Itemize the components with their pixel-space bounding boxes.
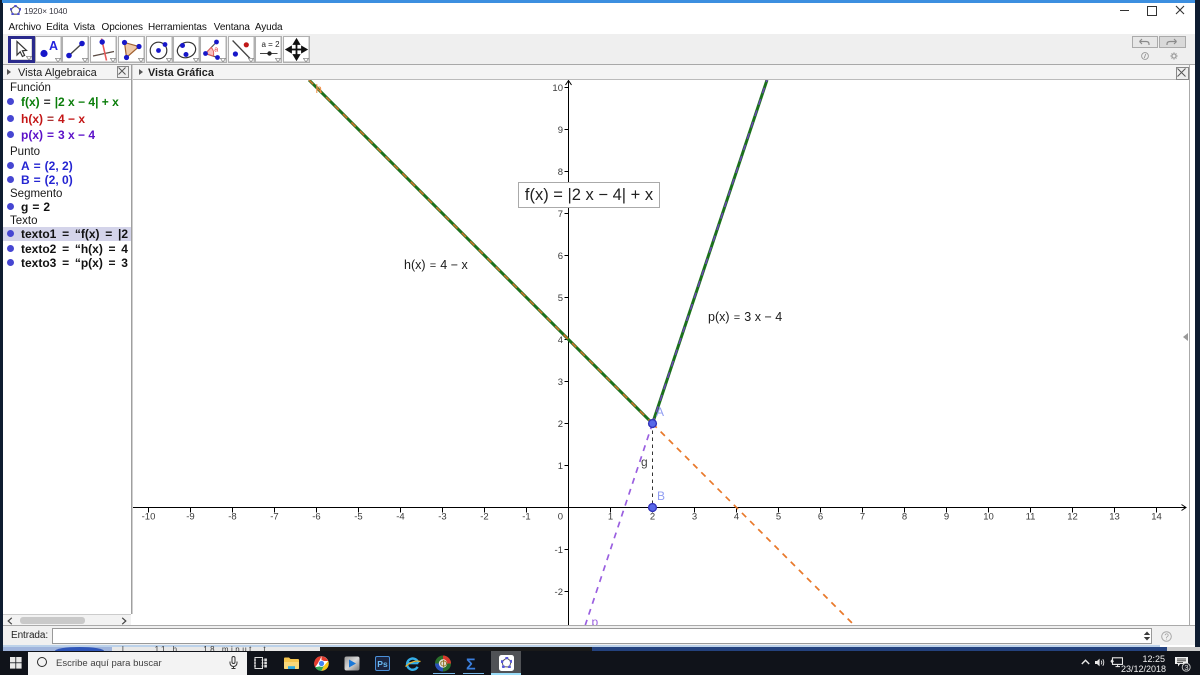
svg-text:-2: -2 — [480, 512, 488, 523]
svg-text:3: 3 — [558, 377, 563, 388]
svg-text:14: 14 — [1151, 512, 1162, 523]
svg-text:3: 3 — [1184, 663, 1188, 672]
svg-text:Ps: Ps — [377, 659, 388, 669]
svg-text:12: 12 — [1067, 512, 1078, 523]
svg-text:13: 13 — [1109, 512, 1120, 523]
svg-text:Σ: Σ — [466, 657, 476, 672]
svg-text:A: A — [49, 39, 58, 53]
svg-text:5: 5 — [558, 293, 563, 304]
svg-text:8: 8 — [558, 167, 563, 178]
svg-text:5: 5 — [776, 512, 781, 523]
svg-text:Φ: Φ — [440, 659, 447, 670]
svg-text:1: 1 — [558, 461, 563, 472]
svg-text:-3: -3 — [438, 512, 446, 523]
svg-text:?: ? — [1164, 632, 1169, 641]
svg-text:0: 0 — [558, 512, 563, 523]
svg-text:a: a — [214, 47, 218, 54]
svg-text:-6: -6 — [312, 512, 320, 523]
svg-text:7: 7 — [860, 512, 865, 523]
svg-text:a = 2: a = 2 — [261, 40, 280, 49]
svg-text:6: 6 — [818, 512, 823, 523]
svg-text:-1: -1 — [555, 545, 563, 556]
svg-text:6: 6 — [558, 251, 563, 262]
svg-text:4: 4 — [734, 512, 739, 523]
svg-text:2: 2 — [558, 419, 563, 430]
svg-text:1: 1 — [608, 512, 613, 523]
svg-text:-1: -1 — [522, 512, 530, 523]
svg-text:10: 10 — [983, 512, 994, 523]
svg-text:9: 9 — [558, 125, 563, 136]
svg-text:-10: -10 — [142, 512, 156, 523]
svg-text:9: 9 — [944, 512, 949, 523]
svg-text:-9: -9 — [186, 512, 194, 523]
svg-text:4: 4 — [558, 335, 563, 346]
svg-text:7: 7 — [558, 209, 563, 220]
svg-text:-4: -4 — [396, 512, 404, 523]
svg-text:-7: -7 — [270, 512, 278, 523]
svg-text:-5: -5 — [354, 512, 362, 523]
svg-text:11: 11 — [1026, 512, 1036, 523]
svg-text:-8: -8 — [228, 512, 236, 523]
svg-text:10: 10 — [552, 83, 563, 94]
svg-text:3: 3 — [692, 512, 697, 523]
svg-text:8: 8 — [902, 512, 907, 523]
svg-text:-2: -2 — [555, 587, 563, 598]
svg-text:2: 2 — [650, 512, 655, 523]
